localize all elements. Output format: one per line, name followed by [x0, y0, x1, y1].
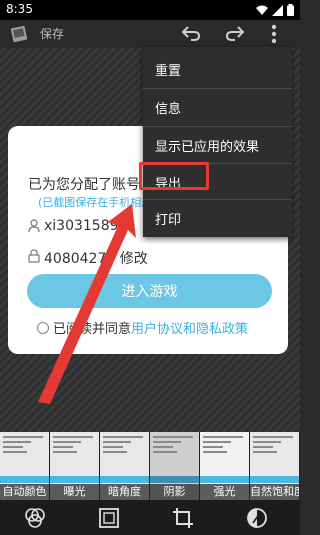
overflow-menu: 重置 信息 显示已应用的效果 导出 打印 [143, 47, 292, 237]
effect-thumb[interactable]: 自动颜色 [0, 432, 49, 500]
export-highlight-box [139, 162, 209, 190]
effect-label: 自动颜色 [0, 484, 49, 500]
menu-item-info[interactable]: 信息 [143, 88, 292, 126]
menu-item-print[interactable]: 打印 [143, 199, 292, 237]
effect-thumb[interactable]: 曝光 [50, 432, 99, 500]
bottom-toolbar [0, 500, 300, 535]
effect-thumb[interactable]: 强光 [200, 432, 249, 500]
menu-item-show-applied-effects[interactable]: 显示已应用的效果 [143, 126, 292, 164]
effect-thumb[interactable]: 阴影 [150, 432, 199, 500]
frame-icon[interactable] [98, 507, 120, 529]
filters-icon[interactable] [24, 507, 46, 529]
effects-filmstrip[interactable]: 自动颜色 曝光 暗角度 阴影 强光 自然饱和度 [0, 432, 300, 500]
adjust-icon[interactable] [246, 507, 268, 529]
effect-label: 自然饱和度 [250, 484, 299, 500]
effect-label: 暗角度 [100, 484, 149, 500]
effect-label: 强光 [200, 484, 249, 500]
screen: 8:35 保存 已为您分配了账号 (已截图保存在手机相册) xi3031589 … [0, 0, 300, 535]
effect-label: 曝光 [50, 484, 99, 500]
crop-icon[interactable] [172, 507, 194, 529]
effect-thumb[interactable]: 暗角度 [100, 432, 149, 500]
menu-item-reset[interactable]: 重置 [143, 50, 292, 88]
effect-thumb[interactable]: 自然饱和度 [250, 432, 299, 500]
effect-label: 阴影 [150, 484, 199, 500]
